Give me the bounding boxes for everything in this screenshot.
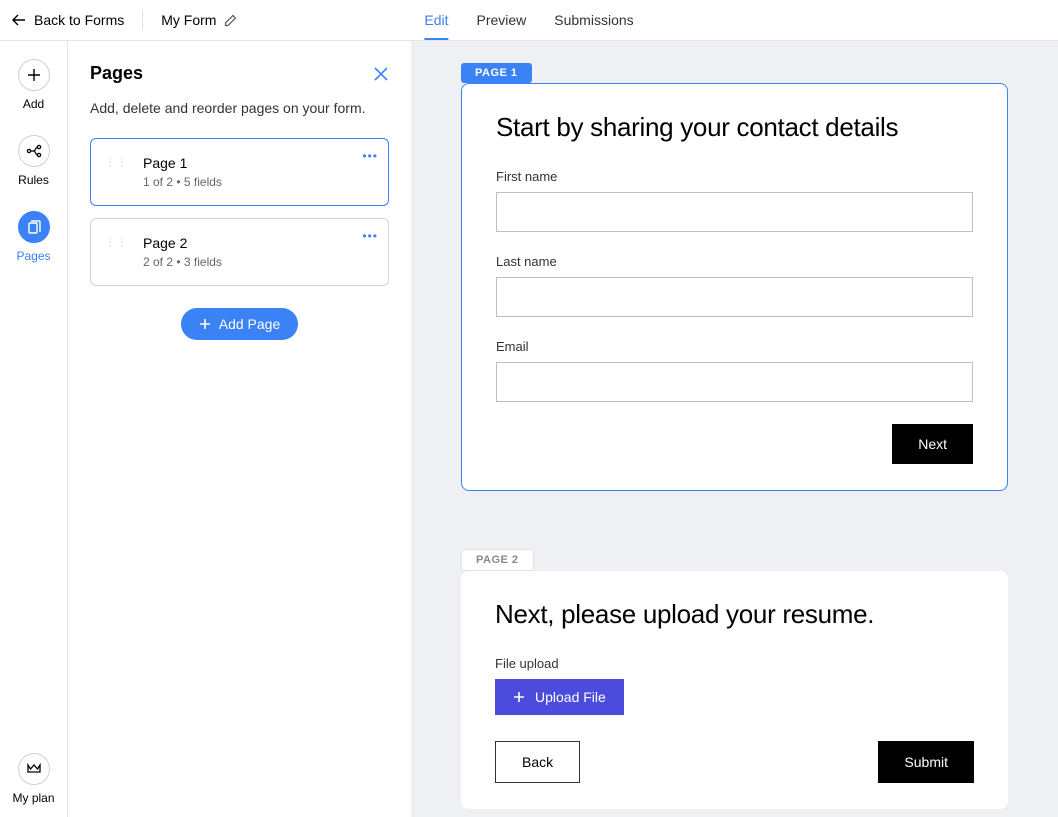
rail-myplan-label: My plan — [12, 791, 54, 805]
rail-pages[interactable]: Pages — [16, 211, 50, 263]
main: Add Rules Pages My plan Pages — [0, 41, 1058, 817]
page-tag-1[interactable]: PAGE 1 — [461, 63, 532, 83]
tab-preview[interactable]: Preview — [476, 0, 526, 40]
back-label: Back to Forms — [34, 12, 124, 28]
page-card-2[interactable]: ⋮⋮ Page 2 2 of 2 • 3 fields ••• — [90, 218, 389, 286]
divider — [142, 10, 143, 30]
drag-handle-icon[interactable]: ⋮⋮ — [105, 239, 129, 247]
first-name-label: First name — [496, 169, 973, 184]
more-icon[interactable]: ••• — [362, 229, 378, 243]
upload-file-button[interactable]: Upload File — [495, 679, 624, 715]
upload-file-label: Upload File — [535, 689, 606, 705]
next-button[interactable]: Next — [892, 424, 973, 464]
pages-panel-subtitle: Add, delete and reorder pages on your fo… — [90, 100, 389, 116]
form-name[interactable]: My Form — [161, 12, 237, 28]
rail-rules-label: Rules — [18, 173, 49, 187]
page-heading: Next, please upload your resume. — [495, 599, 974, 630]
pages-icon — [18, 211, 50, 243]
last-name-input[interactable] — [496, 277, 973, 317]
add-page-button[interactable]: Add Page — [181, 308, 299, 340]
rail-pages-label: Pages — [16, 249, 50, 263]
plus-icon — [18, 59, 50, 91]
close-icon[interactable] — [373, 66, 389, 82]
page-heading: Start by sharing your contact details — [496, 112, 973, 143]
form-name-text: My Form — [161, 12, 216, 28]
more-icon[interactable]: ••• — [362, 149, 378, 163]
rail-rules[interactable]: Rules — [18, 135, 50, 187]
email-label: Email — [496, 339, 973, 354]
rail-my-plan[interactable]: My plan — [12, 753, 54, 805]
add-page-label: Add Page — [219, 316, 281, 332]
side-rail: Add Rules Pages My plan — [0, 41, 68, 817]
pencil-icon[interactable] — [224, 14, 237, 27]
form-page-1[interactable]: Start by sharing your contact details Fi… — [461, 83, 1008, 491]
arrow-left-icon — [12, 14, 26, 26]
rail-add[interactable]: Add — [18, 59, 50, 111]
tab-edit[interactable]: Edit — [424, 0, 448, 40]
top-tabs: Edit Preview Submissions — [424, 0, 633, 40]
submit-button[interactable]: Submit — [878, 741, 974, 783]
last-name-label: Last name — [496, 254, 973, 269]
page-card-meta: 2 of 2 • 3 fields — [143, 255, 222, 269]
top-bar: Back to Forms My Form Edit Preview Submi… — [0, 0, 1058, 41]
first-name-input[interactable] — [496, 192, 973, 232]
plus-icon — [513, 691, 525, 703]
page-card-meta: 1 of 2 • 5 fields — [143, 175, 222, 189]
email-input[interactable] — [496, 362, 973, 402]
page-card-title: Page 2 — [143, 235, 222, 251]
file-upload-label: File upload — [495, 656, 974, 671]
plus-icon — [199, 318, 211, 330]
page-card-title: Page 1 — [143, 155, 222, 171]
branch-icon — [18, 135, 50, 167]
crown-icon — [18, 753, 50, 785]
tab-submissions[interactable]: Submissions — [554, 0, 633, 40]
back-button[interactable]: Back — [495, 741, 580, 783]
rail-add-label: Add — [23, 97, 44, 111]
pages-panel-title: Pages — [90, 63, 143, 84]
page-card-1[interactable]: ⋮⋮ Page 1 1 of 2 • 5 fields ••• — [90, 138, 389, 206]
drag-handle-icon[interactable]: ⋮⋮ — [105, 159, 129, 167]
canvas: PAGE 1 Start by sharing your contact det… — [411, 41, 1058, 817]
page-tag-2[interactable]: PAGE 2 — [461, 549, 534, 571]
back-to-forms-link[interactable]: Back to Forms — [12, 12, 124, 28]
pages-panel: Pages Add, delete and reorder pages on y… — [68, 41, 411, 817]
form-page-2[interactable]: Next, please upload your resume. File up… — [461, 571, 1008, 809]
